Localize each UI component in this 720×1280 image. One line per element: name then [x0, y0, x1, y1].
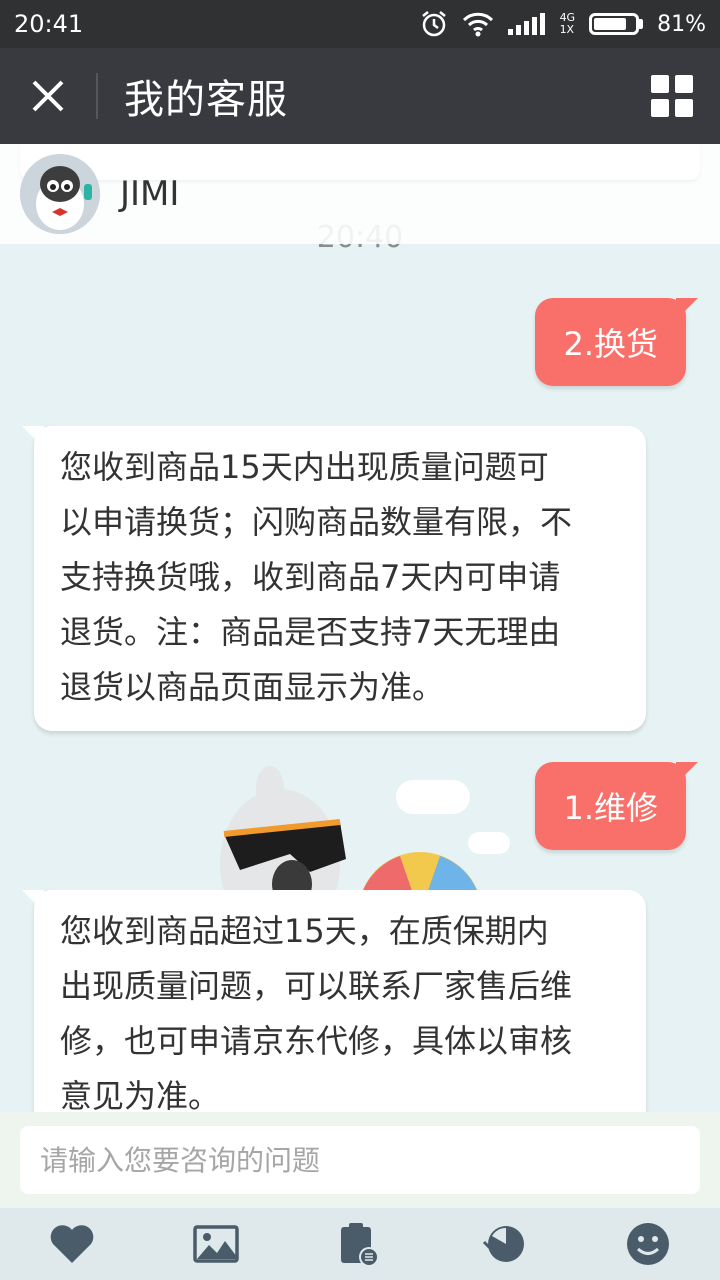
- favorite-button[interactable]: [36, 1214, 108, 1274]
- page-title: 我的客服: [124, 77, 288, 123]
- message-line: 出现质量问题，可以联系厂家售后维: [60, 967, 573, 1005]
- image-button[interactable]: [180, 1214, 252, 1274]
- input-area: [0, 1112, 720, 1208]
- avatar[interactable]: [20, 154, 100, 234]
- image-icon: [193, 1225, 239, 1263]
- message-line: 以申请换货；闪购商品数量有限，不: [60, 503, 573, 541]
- message-line: 您收到商品15天内出现质量问题可: [60, 448, 549, 486]
- question-input[interactable]: [20, 1126, 700, 1194]
- menu-button[interactable]: [624, 48, 720, 144]
- agent-name: JIMI: [120, 174, 180, 214]
- close-button[interactable]: [0, 48, 96, 144]
- user-message-bubble[interactable]: 1.维修: [535, 762, 698, 850]
- grid-menu-icon: [651, 75, 693, 117]
- wifi-icon: [462, 11, 494, 37]
- message-line: 修，也可申请京东代修，具体以审核: [60, 1022, 573, 1060]
- emoji-icon: [627, 1223, 669, 1265]
- history-icon: [482, 1226, 524, 1262]
- battery-percent: 81%: [657, 11, 706, 37]
- bottom-toolbar: [0, 1208, 720, 1280]
- heart-icon: [50, 1225, 94, 1263]
- title-divider: [96, 73, 98, 119]
- user-message-bubble[interactable]: 2.换货: [535, 298, 698, 386]
- status-bar: 20:41 4G 1X 81%: [0, 0, 720, 48]
- status-time: 20:41: [14, 10, 84, 38]
- agent-header: JIMI: [0, 144, 720, 244]
- signal-icon: [507, 13, 546, 35]
- message-line: 您收到商品超过15天，在质保期内: [60, 912, 549, 950]
- alarm-icon: [420, 10, 448, 38]
- message-line: 退货。注：商品是否支持7天无理由: [60, 613, 561, 651]
- message-line: 支持换货哦，收到商品7天内可申请: [60, 558, 561, 596]
- agent-message-bubble[interactable]: 您收到商品超过15天，在质保期内 出现质量问题，可以联系厂家售后维 修，也可申请…: [22, 890, 646, 1122]
- close-icon: [32, 80, 64, 112]
- history-button[interactable]: [468, 1214, 540, 1274]
- title-bar: 我的客服: [0, 48, 720, 144]
- agent-message-bubble[interactable]: 您收到商品15天内出现质量问题可 以申请换货；闪购商品数量有限，不 支持换货哦，…: [22, 426, 646, 731]
- chat-area[interactable]: 20:40 2.换货 您收到商品15天内出现质量问题可 以申请换货；闪购商品数量…: [0, 144, 720, 1122]
- emoji-button[interactable]: [612, 1214, 684, 1274]
- network-type: 4G 1X: [559, 11, 576, 36]
- message-line: 退货以商品页面显示为准。: [60, 668, 445, 706]
- order-button[interactable]: [324, 1214, 396, 1274]
- mascot-avatar-icon: [20, 154, 100, 234]
- battery-icon: [589, 13, 644, 35]
- order-icon: [341, 1223, 379, 1267]
